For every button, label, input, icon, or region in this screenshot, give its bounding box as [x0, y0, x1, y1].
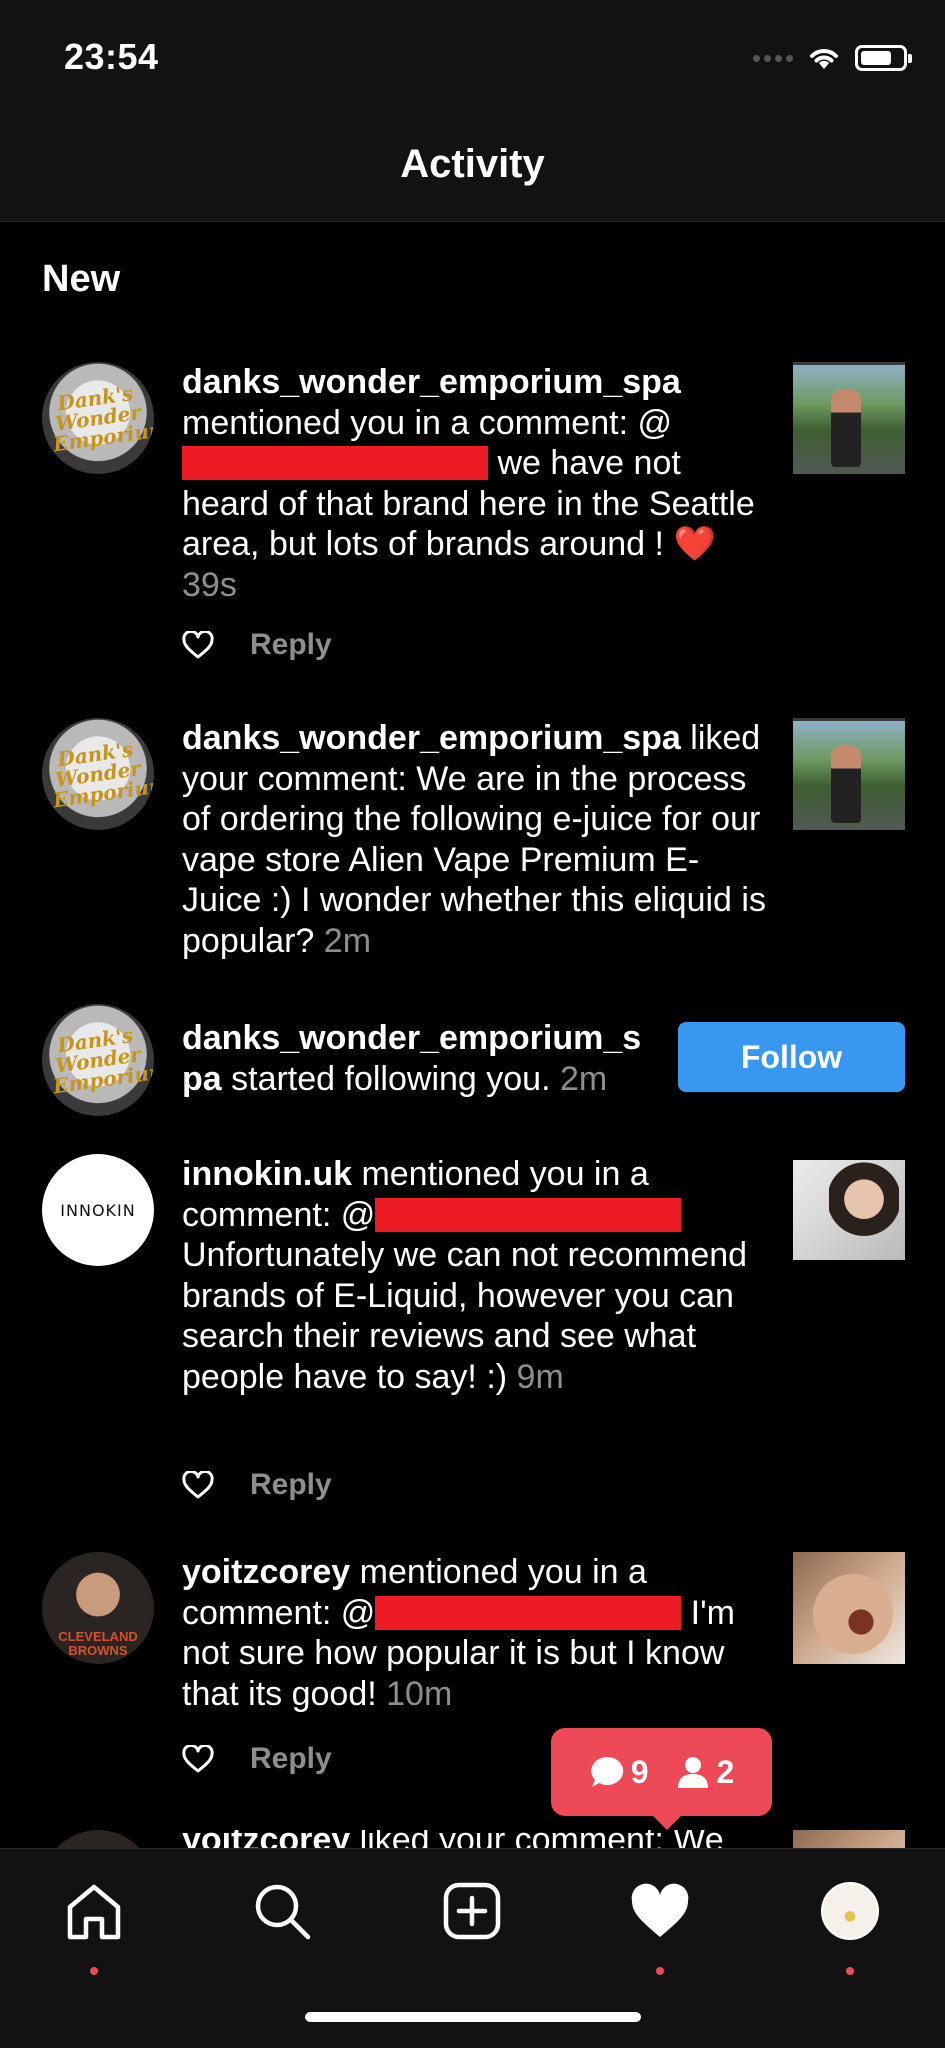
- notification-dot: [656, 1967, 664, 1975]
- reply-button[interactable]: Reply: [250, 1742, 332, 1776]
- tab-profile[interactable]: [810, 1871, 890, 1975]
- followers-count: 2: [716, 1753, 735, 1790]
- avatar-logo-text: INNOKIN: [60, 1200, 136, 1220]
- home-icon: [67, 1884, 121, 1940]
- person-icon: [677, 1757, 708, 1788]
- reply-row: Reply: [182, 1468, 332, 1502]
- activity-item-partial[interactable]: yoitzcorey liked your comment: We: [0, 1830, 945, 1848]
- timestamp: 9m: [516, 1357, 564, 1396]
- comment-bubble-icon: [590, 1756, 623, 1787]
- activity-text: danks_wonder_emporium_spa started follow…: [182, 1019, 642, 1098]
- heart-outline-icon[interactable]: [182, 1471, 214, 1499]
- signal-icon: [753, 54, 793, 62]
- heart-emoji: ❤️: [673, 525, 716, 563]
- timestamp: 39s: [182, 565, 237, 604]
- timestamp: 10m: [386, 1674, 453, 1713]
- tab-activity[interactable]: [620, 1871, 700, 1975]
- activity-text: innokin.uk mentioned you in a comment: @…: [182, 1155, 748, 1396]
- comments-count-group: 9: [589, 1754, 649, 1791]
- username[interactable]: yoitzcorey: [182, 1830, 350, 1848]
- redacted-mention: [375, 1197, 682, 1232]
- status-time: 23:54: [64, 36, 159, 77]
- page-title: Activity: [400, 142, 545, 186]
- status-bar: 23:54: [0, 0, 945, 108]
- post-thumbnail[interactable]: [793, 1552, 905, 1664]
- username[interactable]: yoitzcorey: [182, 1553, 350, 1591]
- post-thumbnail[interactable]: [793, 1160, 905, 1260]
- heart-filled-icon: [631, 1883, 689, 1937]
- post-thumbnail[interactable]: [793, 362, 905, 474]
- status-icons: [753, 42, 912, 74]
- home-indicator: [305, 2012, 641, 2022]
- post-thumbnail[interactable]: [793, 1830, 905, 1848]
- activity-text: danks_wonder_emporium_spa mentioned you …: [182, 363, 755, 604]
- heart-outline-icon[interactable]: [182, 631, 214, 659]
- activity-notification-bubble[interactable]: 9 2: [551, 1728, 772, 1830]
- activity-text: danks_wonder_emporium_spa liked your com…: [182, 719, 766, 960]
- reply-row: Reply: [182, 1742, 332, 1776]
- battery-icon: [855, 45, 912, 71]
- avatar[interactable]: INNOKIN: [42, 1154, 154, 1266]
- activity-item[interactable]: Dank's Wonder Emporium danks_wonder_empo…: [0, 362, 945, 662]
- comments-count: 9: [630, 1753, 649, 1790]
- avatar-logo-text: Dank's Wonder Emporium: [51, 381, 154, 457]
- header: Activity: [0, 108, 945, 222]
- redacted-mention: [375, 1595, 682, 1630]
- activity-text: yoitzcorey liked your comment: We: [182, 1830, 772, 1848]
- avatar-logo-text: Dank's Wonder Emporium: [51, 1023, 154, 1099]
- avatar[interactable]: CLEVELAND BROWNS: [42, 1552, 154, 1664]
- avatar-logo-text: CLEVELAND BROWNS: [58, 1629, 138, 1659]
- username[interactable]: danks_wonder_emporium_spa: [182, 719, 681, 757]
- activity-item[interactable]: CLEVELAND BROWNS yoitzcorey mentioned yo…: [0, 1552, 945, 1812]
- timestamp: 2m: [559, 1059, 608, 1098]
- avatar[interactable]: [42, 1830, 154, 1848]
- add-post-icon: [443, 1882, 501, 1940]
- wifi-icon: [810, 49, 838, 69]
- reply-button[interactable]: Reply: [250, 1468, 332, 1502]
- reply-button[interactable]: Reply: [250, 628, 332, 662]
- reply-row: Reply: [182, 628, 332, 662]
- avatar-logo-text: Dank's Wonder Emporium: [51, 737, 154, 813]
- profile-avatar: [821, 1882, 879, 1940]
- username[interactable]: innokin.uk: [182, 1155, 352, 1193]
- avatar[interactable]: Dank's Wonder Emporium: [42, 718, 154, 830]
- notification-dot: [846, 1967, 854, 1975]
- follow-button[interactable]: Follow: [678, 1022, 905, 1092]
- avatar[interactable]: Dank's Wonder Emporium: [42, 362, 154, 474]
- redacted-mention: [182, 446, 488, 480]
- avatar[interactable]: Dank's Wonder Emporium: [42, 1004, 154, 1116]
- activity-text: yoitzcorey mentioned you in a comment: @…: [182, 1553, 735, 1713]
- timestamp: 2m: [323, 921, 372, 960]
- activity-item[interactable]: Dank's Wonder Emporium danks_wonder_empo…: [0, 718, 945, 960]
- followers-count-group: 2: [675, 1753, 735, 1791]
- post-thumbnail[interactable]: [793, 718, 905, 830]
- tab-new-post[interactable]: [432, 1871, 512, 1951]
- tab-home[interactable]: [54, 1871, 134, 1975]
- tab-search[interactable]: [242, 1871, 322, 1951]
- notification-dot: [90, 1967, 98, 1975]
- activity-item[interactable]: INNOKIN innokin.uk mentioned you in a co…: [0, 1154, 945, 1514]
- username[interactable]: danks_wonder_emporium_spa: [182, 363, 681, 401]
- search-icon: [255, 1884, 311, 1940]
- section-label-new: New: [42, 258, 121, 300]
- heart-outline-icon[interactable]: [182, 1745, 214, 1773]
